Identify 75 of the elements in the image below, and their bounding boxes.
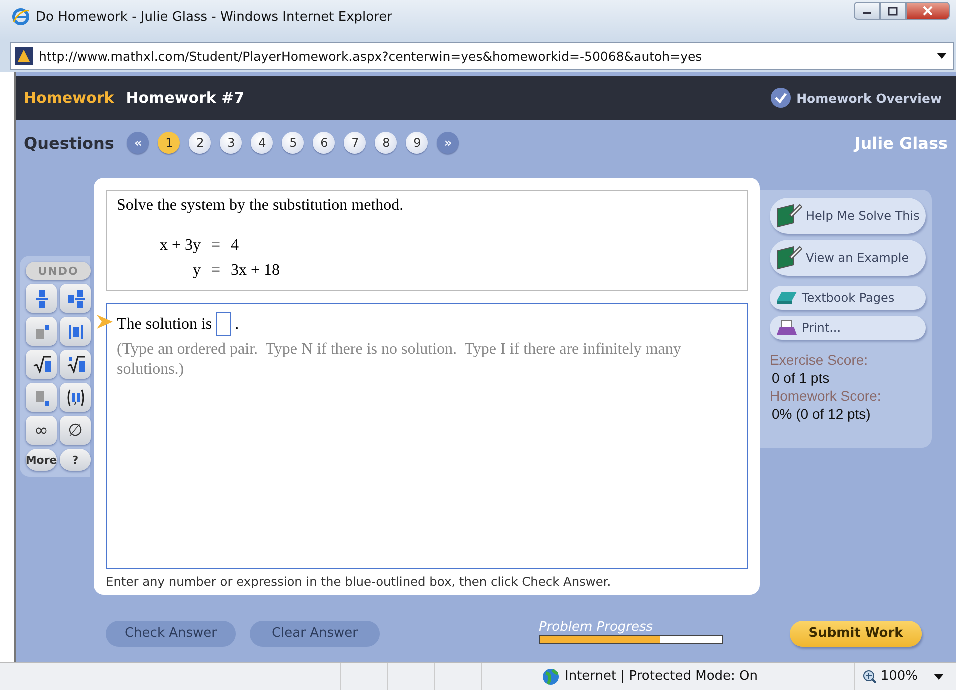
mixed-button[interactable] [60, 284, 91, 313]
score-value: 0% (0 of 12 pts) [772, 406, 872, 422]
dropdown-icon [934, 674, 944, 680]
submit-work-button[interactable]: Submit Work [790, 620, 922, 646]
printer-icon [776, 320, 798, 336]
pointer-arrow-icon [97, 315, 113, 329]
question-button[interactable]: 5 [282, 132, 304, 154]
zoom-control[interactable]: 100% [854, 663, 956, 690]
exponent-button[interactable] [26, 317, 57, 346]
zoom-icon [862, 670, 877, 684]
subscript-button[interactable] [26, 383, 57, 412]
answer-hint: (Type an ordered pair. Type N if there is no solution. Type I if there are infinitely many solutions.) [117, 340, 682, 380]
student-name: Julie Glass [854, 134, 948, 152]
dropdown-icon[interactable] [937, 53, 947, 59]
question-button[interactable]: 6 [313, 132, 336, 154]
book-icon [776, 291, 798, 305]
answer-prompt: The solution is [117, 316, 212, 334]
instruction-note: Enter any number or expression in the blue-outlined box, then click Check Answer. [106, 575, 612, 589]
score-label: Exercise Score: [770, 352, 870, 368]
nthroot-button[interactable] [60, 350, 91, 379]
help-me-solve-button[interactable]: Help Me Solve This [770, 198, 926, 234]
chalkboard-icon [776, 203, 802, 229]
pair-button[interactable] [60, 383, 91, 412]
clear-answer-button[interactable]: Clear Answer [250, 620, 380, 646]
browser-logo-icon [12, 8, 30, 26]
answer-field[interactable] [216, 312, 232, 336]
question-button[interactable]: 1 [158, 132, 180, 154]
score-value: 0 of 1 pts [772, 370, 831, 386]
sqrt-button[interactable] [26, 350, 57, 379]
symbol-button[interactable]: ∞ [26, 416, 57, 445]
answer-period: . [235, 316, 240, 334]
equation-right-side: 3x + 18 [231, 261, 282, 281]
homework-title: Homework #7 [126, 89, 246, 107]
equals-sign: = [210, 236, 222, 256]
equation-right-side: 4 [231, 236, 240, 256]
site-icon [15, 47, 33, 65]
maximize-button[interactable] [880, 2, 906, 20]
close-icon [923, 6, 933, 16]
maximize-icon [888, 6, 898, 16]
question-button[interactable]: 4 [251, 132, 274, 154]
progress-label: Problem Progress [539, 620, 654, 634]
globe-icon [542, 668, 560, 686]
score-label: Homework Score: [770, 388, 882, 404]
homework-overview-link[interactable]: Homework Overview [796, 90, 942, 106]
pair-icon [66, 388, 84, 408]
section-label: Homework [24, 89, 114, 107]
check-answer-button[interactable]: Check Answer [106, 620, 236, 646]
question-button[interactable]: 9 [406, 132, 428, 154]
check-icon [770, 88, 791, 108]
question-button[interactable]: 8 [375, 132, 398, 154]
equals-sign: = [210, 261, 222, 281]
equation-left-side: x + 3y [158, 236, 201, 256]
minimize-button[interactable] [854, 2, 880, 20]
chalkboard-icon [776, 245, 802, 271]
window-title: Do Homework - Julie Glass - Windows Internet Explorer [36, 10, 394, 24]
sqrt-icon [32, 354, 50, 374]
more-button[interactable]: More [26, 449, 57, 471]
question-button[interactable]: 7 [344, 132, 366, 154]
question-button[interactable]: 3 [220, 132, 242, 154]
help-button[interactable]: ? [60, 449, 91, 471]
security-zone-status: Internet | Protected Mode: On [565, 669, 758, 684]
view-example-button[interactable]: View an Example [770, 240, 926, 276]
nthroot-icon [66, 354, 84, 374]
abs-button[interactable] [60, 317, 91, 346]
fraction-button[interactable] [26, 284, 57, 313]
questions-label: Questions [24, 134, 114, 152]
symbol-button[interactable]: ∅ [60, 416, 91, 445]
question-button[interactable]: 2 [189, 132, 212, 154]
question-text: Solve the system by the substitution method. [117, 197, 405, 215]
address-field[interactable]: http://www.mathxl.com/Student/PlayerHomework.aspx?centerwin=yes&homeworkid=-50068&autoh=yes [10, 42, 954, 70]
close-button[interactable] [906, 2, 950, 20]
print-button[interactable]: Print... [770, 316, 926, 340]
textbook-pages-button[interactable]: Textbook Pages [770, 286, 926, 310]
equation-left-side: y [192, 261, 201, 281]
mixed-icon [66, 288, 84, 308]
